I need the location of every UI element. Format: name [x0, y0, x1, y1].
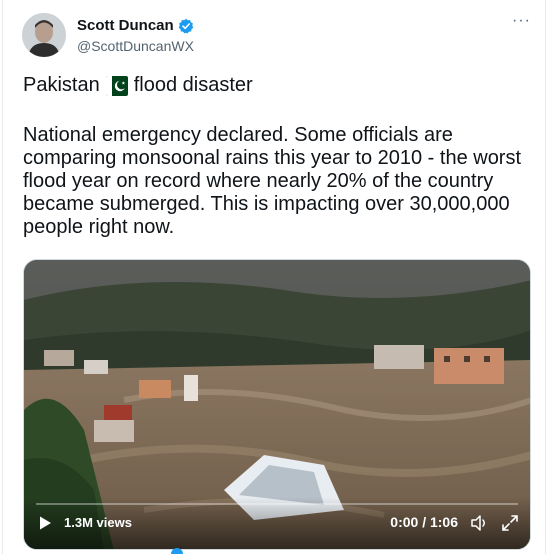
tweet-body: National emergency declared. Some offici… [23, 124, 523, 239]
author-name[interactable]: Scott Duncan [77, 17, 174, 34]
video-time: 0:00 / 1:06 [390, 514, 458, 530]
pakistan-flag-icon [105, 75, 128, 96]
video-player[interactable]: 1.3M views 0:00 / 1:06 [23, 259, 531, 550]
video-controls: 1.3M views 0:00 / 1:06 [24, 497, 530, 549]
author-handle[interactable]: @ScottDuncanWX [77, 38, 194, 54]
play-icon[interactable] [37, 515, 53, 531]
tweet-title-text: Pakistan [23, 74, 100, 96]
more-options-icon[interactable]: ··· [512, 12, 531, 30]
view-count: 1.3M views [64, 515, 132, 530]
tweet-body-text: National emergency declared. Some offici… [23, 124, 522, 238]
fullscreen-icon[interactable] [500, 513, 520, 533]
avatar-image [22, 13, 66, 57]
volume-icon[interactable] [470, 514, 490, 532]
verified-badge-icon [178, 18, 194, 34]
avatar[interactable] [22, 13, 66, 57]
tweet-card[interactable]: Scott Duncan @ScottDuncanWX ··· Pakistan… [2, 0, 546, 554]
tweet-title-text-2: flood disaster [133, 74, 253, 96]
tweet-title: Pakistan flood disaster [23, 74, 253, 97]
next-item-edge [171, 548, 183, 554]
video-progress-bar[interactable] [36, 503, 518, 505]
